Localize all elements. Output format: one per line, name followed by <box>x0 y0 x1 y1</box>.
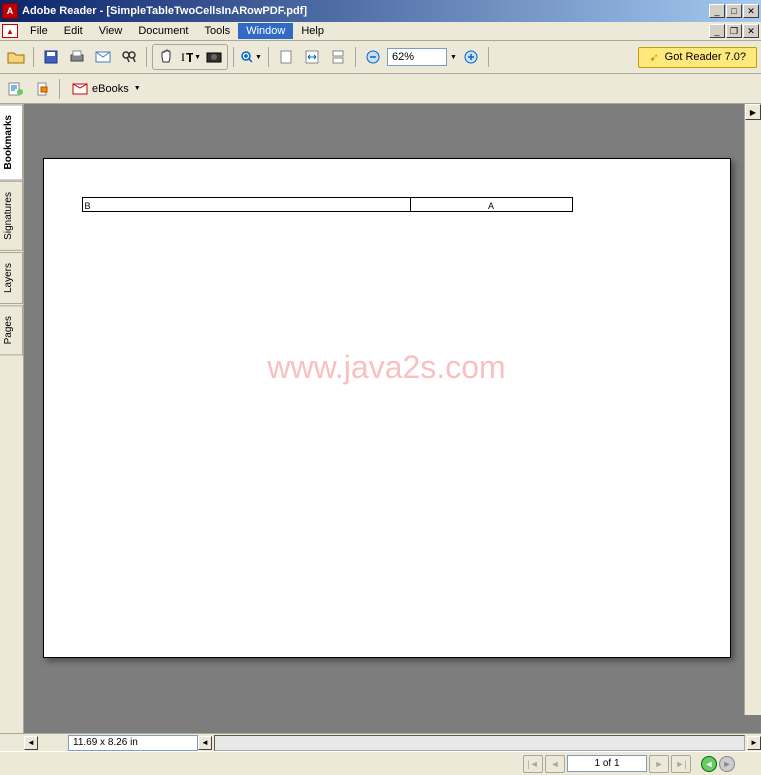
review-button[interactable] <box>4 78 28 100</box>
menu-bar: ▲ File Edit View Document Tools Window H… <box>0 22 761 41</box>
minimize-button[interactable]: _ <box>709 4 725 18</box>
print-button[interactable] <box>65 46 89 68</box>
hscroll-track[interactable] <box>214 735 745 751</box>
main-toolbar: IT▼ ▼ ▼ ➹ Got Reader 7.0? <box>0 41 761 74</box>
tab-signatures[interactable]: Signatures <box>0 181 23 251</box>
menu-file[interactable]: File <box>22 23 56 39</box>
ebooks-button[interactable]: eBooks ▼ <box>65 79 148 99</box>
app-icon: A <box>2 3 18 19</box>
zoom-out-button[interactable] <box>361 46 385 68</box>
text-select-button[interactable]: IT▼ <box>178 46 202 68</box>
fit-width-button[interactable] <box>300 46 324 68</box>
status-bar: |◄ ◄ ► ►| ◄ ► <box>0 751 761 775</box>
table-cell-b: B <box>82 198 410 212</box>
tab-layers[interactable]: Layers <box>0 252 23 304</box>
menu-view[interactable]: View <box>91 23 131 39</box>
email-button[interactable] <box>91 46 115 68</box>
menu-tools[interactable]: Tools <box>197 23 239 39</box>
next-page-button[interactable]: ► <box>649 755 669 773</box>
window-title: Adobe Reader - [SimpleTableTwoCellsInARo… <box>22 5 709 17</box>
first-page-button[interactable]: |◄ <box>523 755 543 773</box>
zoom-dropdown-icon[interactable]: ▼ <box>450 54 457 61</box>
close-button[interactable]: ✕ <box>743 4 759 18</box>
doc-restore-button[interactable]: ❐ <box>726 24 742 38</box>
maximize-button[interactable]: □ <box>726 4 742 18</box>
menu-edit[interactable]: Edit <box>56 23 91 39</box>
last-page-button[interactable]: ►| <box>671 755 691 773</box>
forward-button[interactable]: ► <box>719 756 735 772</box>
promo-button[interactable]: ➹ Got Reader 7.0? <box>638 47 757 68</box>
secure-button[interactable] <box>30 78 54 100</box>
secondary-toolbar: eBooks ▼ <box>0 74 761 104</box>
prev-page-button[interactable]: ◄ <box>545 755 565 773</box>
continuous-button[interactable] <box>326 46 350 68</box>
back-button[interactable]: ◄ <box>701 756 717 772</box>
hscroll-track-left-icon[interactable]: ◄ <box>198 736 212 750</box>
side-tabs: Bookmarks Signatures Layers Pages <box>0 104 24 733</box>
svg-text:I: I <box>181 50 185 64</box>
title-bar: A Adobe Reader - [SimpleTableTwoCellsInA… <box>0 0 761 22</box>
zoom-input[interactable] <box>387 48 447 66</box>
chevron-down-icon: ▼ <box>134 85 141 92</box>
content-area: Bookmarks Signatures Layers Pages B A ww… <box>0 104 761 733</box>
table-cell-a: A <box>410 198 572 212</box>
hscroll-track-right-icon[interactable]: ► <box>747 736 761 750</box>
doc-close-button[interactable]: ✕ <box>743 24 759 38</box>
ebooks-icon <box>72 82 88 96</box>
svg-text:T: T <box>186 50 193 65</box>
menu-help[interactable]: Help <box>293 23 332 39</box>
zoom-plus-button[interactable] <box>459 46 483 68</box>
watermark: www.java2s.com <box>267 349 505 386</box>
page-indicator-input[interactable] <box>567 755 647 772</box>
menu-window[interactable]: Window <box>238 23 293 39</box>
document-viewer[interactable]: B A www.java2s.com ▶ <box>24 104 761 733</box>
pdf-content-table: B A <box>82 197 573 212</box>
open-button[interactable] <box>4 46 28 68</box>
snapshot-button[interactable] <box>202 46 226 68</box>
tab-bookmarks[interactable]: Bookmarks <box>0 104 23 180</box>
doc-minimize-button[interactable]: _ <box>709 24 725 38</box>
menu-document[interactable]: Document <box>130 23 196 39</box>
document-icon: ▲ <box>2 24 18 38</box>
hand-tool-button[interactable] <box>154 46 178 68</box>
page-dimensions: 11.69 x 8.26 in <box>68 735 198 751</box>
arrow-icon: ➹ <box>649 51 658 64</box>
vertical-scrollbar[interactable]: ▶ <box>744 104 761 715</box>
zoom-in-button[interactable]: ▼ <box>239 46 263 68</box>
pdf-page: B A www.java2s.com <box>43 158 731 658</box>
hscroll-row: ◄ 11.69 x 8.26 in ◄ ► <box>0 733 761 751</box>
hscroll-left-icon[interactable]: ◄ <box>24 736 38 750</box>
save-button[interactable] <box>39 46 63 68</box>
fit-page-button[interactable] <box>274 46 298 68</box>
tab-pages[interactable]: Pages <box>0 305 23 355</box>
scroll-right-icon[interactable]: ▶ <box>745 104 761 120</box>
search-button[interactable] <box>117 46 141 68</box>
